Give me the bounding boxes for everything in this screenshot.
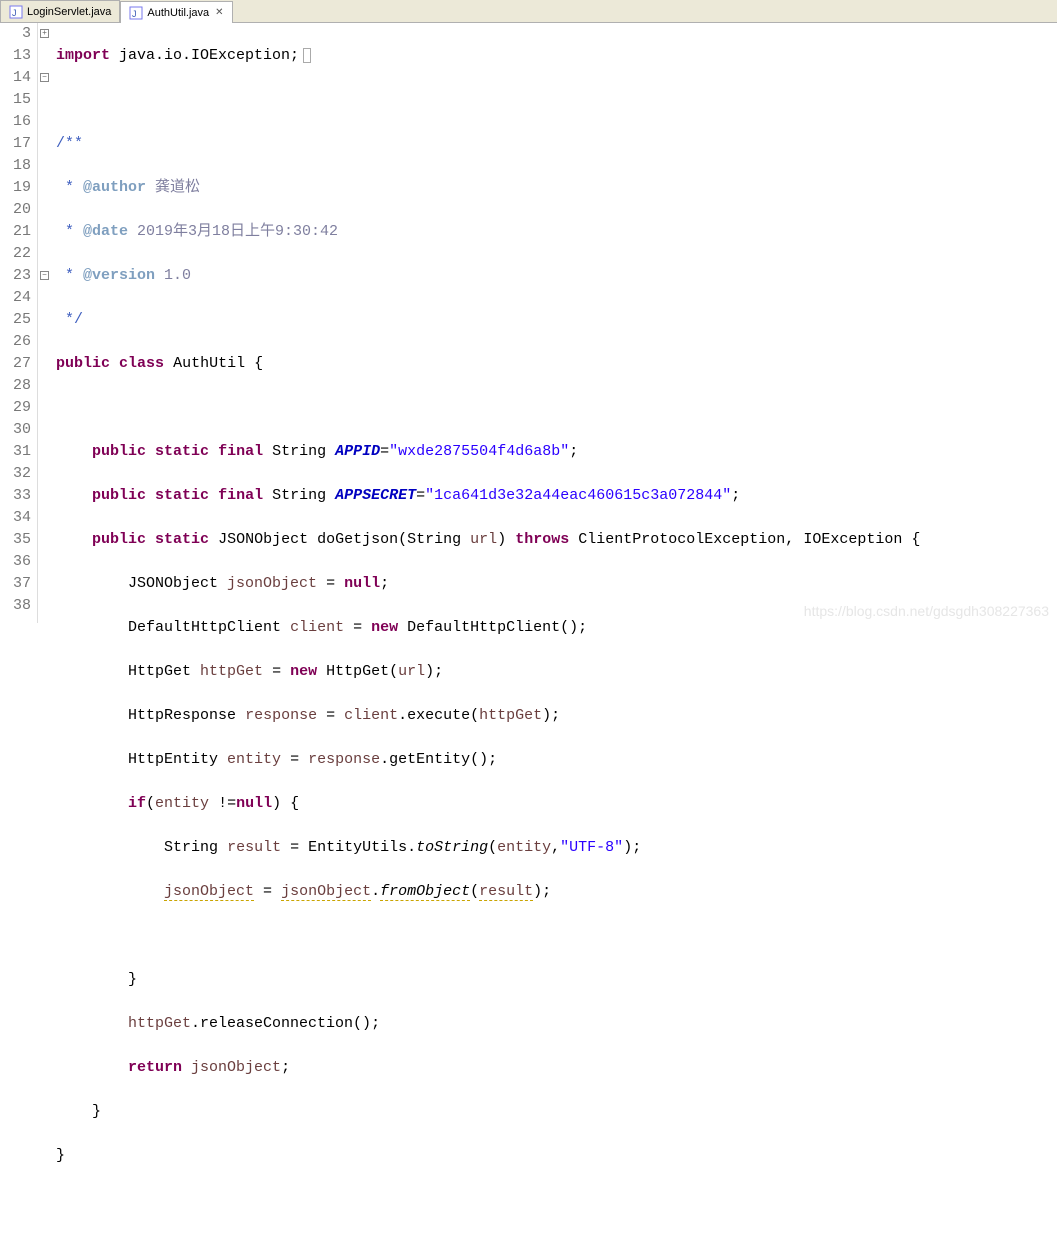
line-number: 22	[0, 243, 31, 265]
svg-text:J: J	[12, 8, 17, 18]
line-number: 20	[0, 199, 31, 221]
line-number: 34	[0, 507, 31, 529]
tab-label: LoginServlet.java	[27, 6, 111, 18]
line-number: 14	[0, 67, 31, 89]
line-number: 25	[0, 309, 31, 331]
line-number: 32	[0, 463, 31, 485]
line-number: 31	[0, 441, 31, 463]
code-area[interactable]: import java.io.IOException; /** * @autho…	[54, 23, 1057, 623]
tab-loginservlet[interactable]: J LoginServlet.java	[0, 0, 120, 22]
line-number: 23	[0, 265, 31, 287]
line-number-gutter: 3 13 14 15 16 17 18 19 20 21 22 23 24 25…	[0, 23, 38, 623]
line-number: 37	[0, 573, 31, 595]
line-number: 19	[0, 177, 31, 199]
line-number: 27	[0, 353, 31, 375]
tab-authutil[interactable]: J AuthUtil.java ✕	[120, 1, 232, 23]
watermark: https://blog.csdn.net/gdsgdh308227363	[804, 603, 1049, 619]
code-editor[interactable]: 3 13 14 15 16 17 18 19 20 21 22 23 24 25…	[0, 23, 1057, 623]
line-number: 38	[0, 595, 31, 617]
close-icon[interactable]: ✕	[215, 7, 223, 18]
line-number: 35	[0, 529, 31, 551]
fold-column: + − − !	[38, 23, 54, 623]
line-number: 16	[0, 111, 31, 133]
line-number: 3	[0, 23, 31, 45]
line-number: 13	[0, 45, 31, 67]
fold-collapse-icon[interactable]: −	[40, 73, 49, 82]
editor-tabs: J LoginServlet.java J AuthUtil.java ✕	[0, 0, 1057, 23]
fold-collapse-icon[interactable]: −	[40, 271, 49, 280]
line-number: 33	[0, 485, 31, 507]
line-number: 17	[0, 133, 31, 155]
line-number: 26	[0, 331, 31, 353]
java-file-icon: J	[129, 6, 143, 20]
java-file-icon: J	[9, 5, 23, 19]
line-number: 15	[0, 89, 31, 111]
line-number: 36	[0, 551, 31, 573]
cursor	[303, 48, 311, 63]
line-number: 21	[0, 221, 31, 243]
fold-expand-icon[interactable]: +	[40, 29, 49, 38]
line-number: 18	[0, 155, 31, 177]
svg-text:J: J	[132, 9, 137, 19]
line-number: 24	[0, 287, 31, 309]
line-number: 29	[0, 397, 31, 419]
tab-label: AuthUtil.java	[147, 7, 209, 19]
line-number: 28	[0, 375, 31, 397]
line-number: 30	[0, 419, 31, 441]
